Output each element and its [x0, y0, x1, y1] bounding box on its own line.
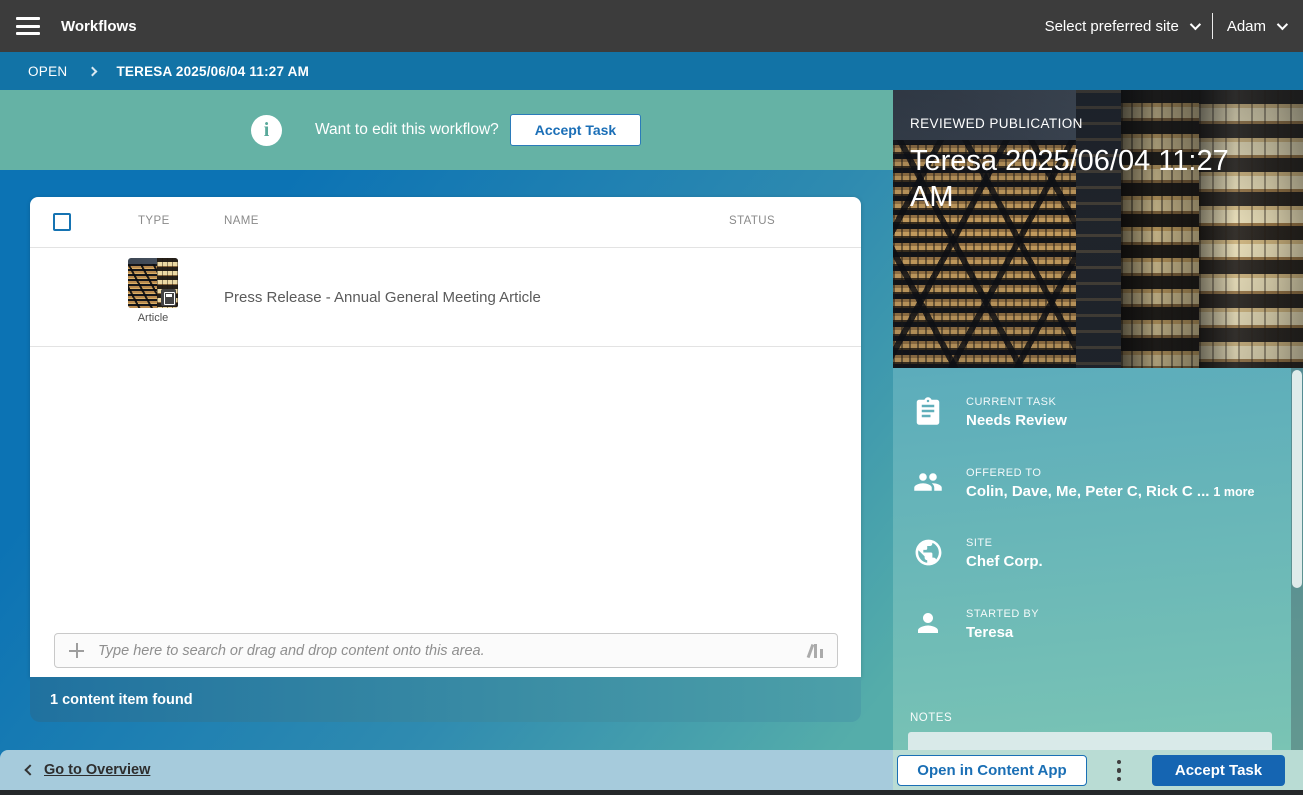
field-value: Colin, Dave, Me, Peter C, Rick C ... 1 mo… — [966, 483, 1254, 500]
plus-icon[interactable] — [69, 643, 84, 658]
page-title: Workflows — [61, 18, 137, 35]
kebab-menu-icon[interactable] — [1113, 755, 1125, 786]
image-overlay — [893, 90, 1303, 368]
site-selector-label: Select preferred site — [1045, 18, 1179, 35]
details-panel: REVIEWED PUBLICATION Teresa 2025/06/04 1… — [893, 90, 1303, 753]
people-icon — [911, 467, 945, 497]
chevron-down-icon — [1190, 19, 1201, 30]
field-value: Teresa — [966, 624, 1039, 641]
select-all-checkbox[interactable] — [53, 213, 71, 231]
row-type-label: Article — [128, 312, 178, 324]
top-bar-right: Select preferred site Adam — [1045, 0, 1285, 52]
content-search-bar — [54, 633, 838, 668]
open-in-content-app-button[interactable]: Open in Content App — [897, 755, 1087, 786]
field-label: OFFERED TO — [966, 467, 1254, 479]
table-row[interactable]: Article Press Release - Annual General M… — [30, 248, 861, 347]
offered-to-names: Colin, Dave, Me, Peter C, Rick C ... — [966, 483, 1209, 500]
globe-icon — [911, 537, 945, 568]
accept-task-button[interactable]: Accept Task — [1152, 755, 1285, 786]
field-label: CURRENT TASK — [966, 396, 1067, 408]
user-name: Adam — [1227, 18, 1266, 35]
bottom-action-bar: Go to Overview Open in Content App Accep… — [0, 750, 1303, 790]
chevron-down-icon — [1277, 19, 1288, 30]
row-name: Press Release - Annual General Meeting A… — [224, 248, 541, 347]
accept-task-banner-button[interactable]: Accept Task — [510, 114, 641, 146]
info-icon: i — [251, 115, 282, 146]
column-header-status: STATUS — [729, 215, 775, 227]
app-window: Workflows Select preferred site Adam OPE… — [0, 0, 1303, 795]
panel-scrollbar-track[interactable] — [1291, 368, 1303, 753]
notes-label: NOTES — [910, 712, 952, 724]
field-value: Chef Corp. — [966, 553, 1043, 570]
info-banner: i Want to edit this workflow? Accept Tas… — [0, 90, 893, 170]
chevron-left-icon — [24, 764, 35, 775]
field-offered-to: OFFERED TO Colin, Dave, Me, Peter C, Ric… — [911, 467, 1254, 500]
content-card: TYPE NAME STATUS Article Press Release -… — [30, 197, 861, 677]
article-badge-icon — [161, 289, 176, 306]
breadcrumb: OPEN TERESA 2025/06/04 11:27 AM — [0, 52, 1303, 90]
clipboard-icon — [911, 396, 945, 426]
search-input[interactable] — [96, 642, 795, 660]
field-started-by: STARTED BY Teresa — [911, 608, 1039, 641]
thumbnail-building-left — [128, 264, 157, 308]
field-current-task: CURRENT TASK Needs Review — [911, 396, 1067, 429]
publication-cover-image — [893, 90, 1303, 368]
panel-kicker: REVIEWED PUBLICATION — [910, 116, 1083, 131]
panel-title: Teresa 2025/06/04 11:27 AM — [910, 143, 1250, 215]
field-label: STARTED BY — [966, 608, 1039, 620]
go-to-overview-label: Go to Overview — [44, 762, 150, 778]
go-to-overview-link[interactable]: Go to Overview — [26, 750, 150, 790]
field-value: Needs Review — [966, 412, 1067, 429]
field-label: SITE — [966, 537, 1043, 549]
site-selector-dropdown[interactable]: Select preferred site — [1045, 18, 1198, 35]
sort-filter-icon[interactable] — [809, 644, 824, 658]
table-header-row: TYPE NAME STATUS — [30, 197, 861, 248]
results-summary: 1 content item found — [50, 692, 193, 708]
top-bar: Workflows Select preferred site Adam — [0, 0, 1303, 52]
hamburger-icon[interactable] — [16, 17, 40, 35]
window-bottom-edge — [0, 790, 1303, 795]
person-icon — [911, 608, 945, 638]
chevron-right-icon — [88, 66, 98, 76]
breadcrumb-current: TERESA 2025/06/04 11:27 AM — [116, 64, 309, 79]
article-thumbnail — [128, 258, 178, 308]
divider — [1212, 13, 1213, 39]
breadcrumb-open[interactable]: OPEN — [28, 64, 67, 79]
results-bar: 1 content item found — [30, 677, 861, 722]
field-site: SITE Chef Corp. — [911, 537, 1043, 570]
column-header-type: TYPE — [138, 215, 170, 227]
panel-scrollbar-thumb[interactable] — [1292, 370, 1302, 588]
user-menu-dropdown[interactable]: Adam — [1227, 18, 1285, 35]
more-count[interactable]: 1 more — [1213, 485, 1254, 499]
column-header-name: NAME — [224, 215, 259, 227]
banner-message: Want to edit this workflow? — [315, 90, 499, 170]
